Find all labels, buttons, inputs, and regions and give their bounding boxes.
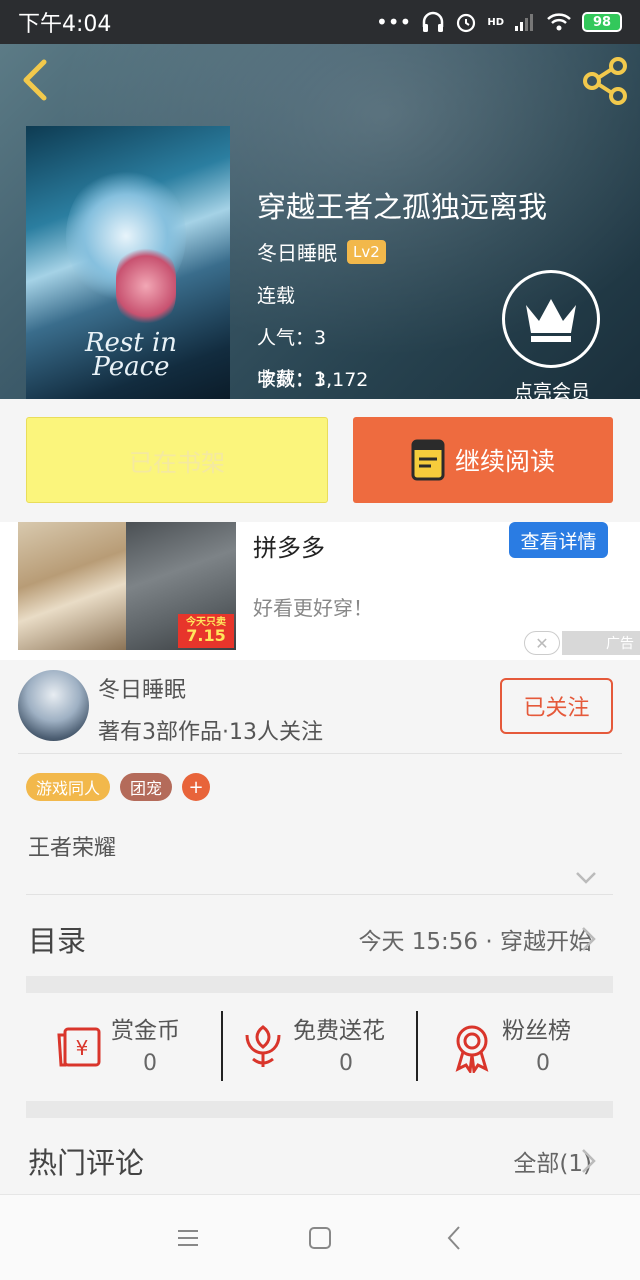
share-icon[interactable]	[580, 56, 630, 106]
section-divider	[26, 976, 613, 993]
book-header: Rest in Peace 穿越王者之孤独远离我 冬日睡眠 Lv2 连载 人气：…	[0, 44, 640, 399]
headphones-icon	[423, 11, 444, 32]
author-level-badge: Lv2	[347, 239, 386, 264]
toc-title: 目录	[28, 924, 87, 958]
reward-flowers-value: 0	[339, 1051, 353, 1076]
status-time: 下午4:04	[18, 12, 112, 37]
add-tag-button[interactable]: +	[182, 773, 211, 801]
ad-label: 广告	[562, 631, 640, 655]
in-bookshelf-button[interactable]: 已在书架	[26, 417, 328, 503]
book-author-row: 冬日睡眠 Lv2	[257, 237, 386, 266]
medal-icon	[455, 1025, 489, 1073]
network-hd-label: HD	[487, 16, 504, 28]
author-stats: 著有3部作品·13人关注	[98, 720, 323, 745]
ad-details-button[interactable]: 查看详情	[509, 522, 608, 558]
divider	[26, 894, 613, 895]
ad-banner[interactable]: 今天只卖 7.15 拼多多 好看更好穿！ 查看详情 ✕ 广告	[0, 522, 640, 660]
tag-chip[interactable]: 团宠	[120, 773, 173, 801]
reward-flowers[interactable]: 免费送花 0	[241, 1011, 411, 1081]
battery-icon: 98	[582, 12, 622, 32]
alarm-icon	[457, 13, 476, 33]
close-icon[interactable]: ✕	[524, 631, 560, 655]
ad-price: 7.15	[186, 626, 226, 645]
book-title: 穿越王者之孤独远离我	[257, 190, 548, 224]
ad-image-left[interactable]	[18, 522, 126, 650]
status-icons: ••• HD 98	[376, 10, 622, 34]
divider	[221, 1011, 223, 1081]
chevron-down-icon[interactable]	[573, 865, 599, 891]
book-popularity: 人气：3	[257, 327, 327, 349]
chevron-right-icon	[582, 927, 596, 951]
ad-title[interactable]: 拼多多	[253, 528, 325, 563]
reward-coins[interactable]: ¥ 赏金币 0	[55, 1011, 215, 1081]
tag-chip[interactable]: 游戏同人	[26, 773, 111, 801]
cover-title-text: Rest in Peace	[84, 328, 178, 382]
book-author[interactable]: 冬日睡眠	[257, 237, 337, 266]
cover-art-figure-small	[116, 246, 176, 326]
hot-comments-row[interactable]: 热门评论 全部(1)	[0, 1118, 640, 1194]
reward-coins-label: 赏金币	[111, 1018, 180, 1044]
chevron-right-icon	[582, 1149, 596, 1173]
ad-price-tag: 今天只卖 7.15	[178, 614, 234, 648]
follow-button[interactable]: 已关注	[500, 678, 613, 734]
signal-icon	[515, 14, 533, 31]
wifi-icon	[547, 13, 571, 31]
svg-text:¥: ¥	[76, 1036, 89, 1060]
system-nav-bar	[0, 1194, 640, 1280]
book-cover[interactable]: Rest in Peace	[26, 126, 230, 399]
vip-button[interactable]	[502, 270, 600, 368]
more-dots-icon: •••	[375, 10, 412, 34]
toc-latest-chapter[interactable]: 今天 15:56 · 穿越开始	[358, 922, 592, 956]
back-arrow-icon[interactable]	[16, 58, 56, 102]
home-icon[interactable]	[305, 1223, 335, 1253]
avatar[interactable]	[18, 670, 89, 741]
flower-icon	[245, 1025, 281, 1067]
continue-reading-label: 继续阅读	[454, 447, 555, 476]
author-card: 冬日睡眠 著有3部作品·13人关注 已关注	[0, 660, 640, 754]
toc-row[interactable]: 目录 今天 15:56 · 穿越开始	[0, 896, 640, 976]
book-status: 连载	[257, 285, 296, 307]
comments-title: 热门评论	[28, 1146, 145, 1180]
divider	[416, 1011, 418, 1081]
book-favorites: 收藏：1	[257, 368, 327, 390]
section-divider	[26, 1101, 613, 1118]
ad-close-area: ✕ 广告	[524, 630, 640, 656]
tag-list: 游戏同人 团宠 +	[26, 773, 211, 801]
action-bar: 已在书架 继续阅读	[0, 399, 640, 522]
author-name[interactable]: 冬日睡眠	[98, 672, 186, 704]
rewards-row: ¥ 赏金币 0 免费送花 0 粉丝榜 0	[0, 993, 640, 1099]
status-bar: 下午4:04 ••• HD 98	[0, 0, 640, 44]
ad-description: 好看更好穿！	[253, 596, 373, 620]
reward-fans-label: 粉丝榜	[502, 1018, 571, 1044]
reward-coins-value: 0	[143, 1051, 157, 1076]
divider	[18, 753, 622, 754]
reward-flowers-label: 免费送花	[293, 1018, 385, 1044]
vip-label[interactable]: 点亮会员	[497, 377, 607, 399]
reward-fans-value: 0	[536, 1051, 550, 1076]
reward-fans[interactable]: 粉丝榜 0	[450, 1011, 600, 1081]
menu-icon[interactable]	[173, 1223, 203, 1253]
continue-reading-button[interactable]: 继续阅读	[353, 417, 613, 503]
crown-icon	[526, 299, 576, 342]
red-envelope-icon: ¥	[57, 1027, 101, 1067]
book-description: 王者荣耀	[28, 836, 117, 861]
book-icon	[411, 439, 445, 481]
back-icon[interactable]	[440, 1223, 470, 1253]
